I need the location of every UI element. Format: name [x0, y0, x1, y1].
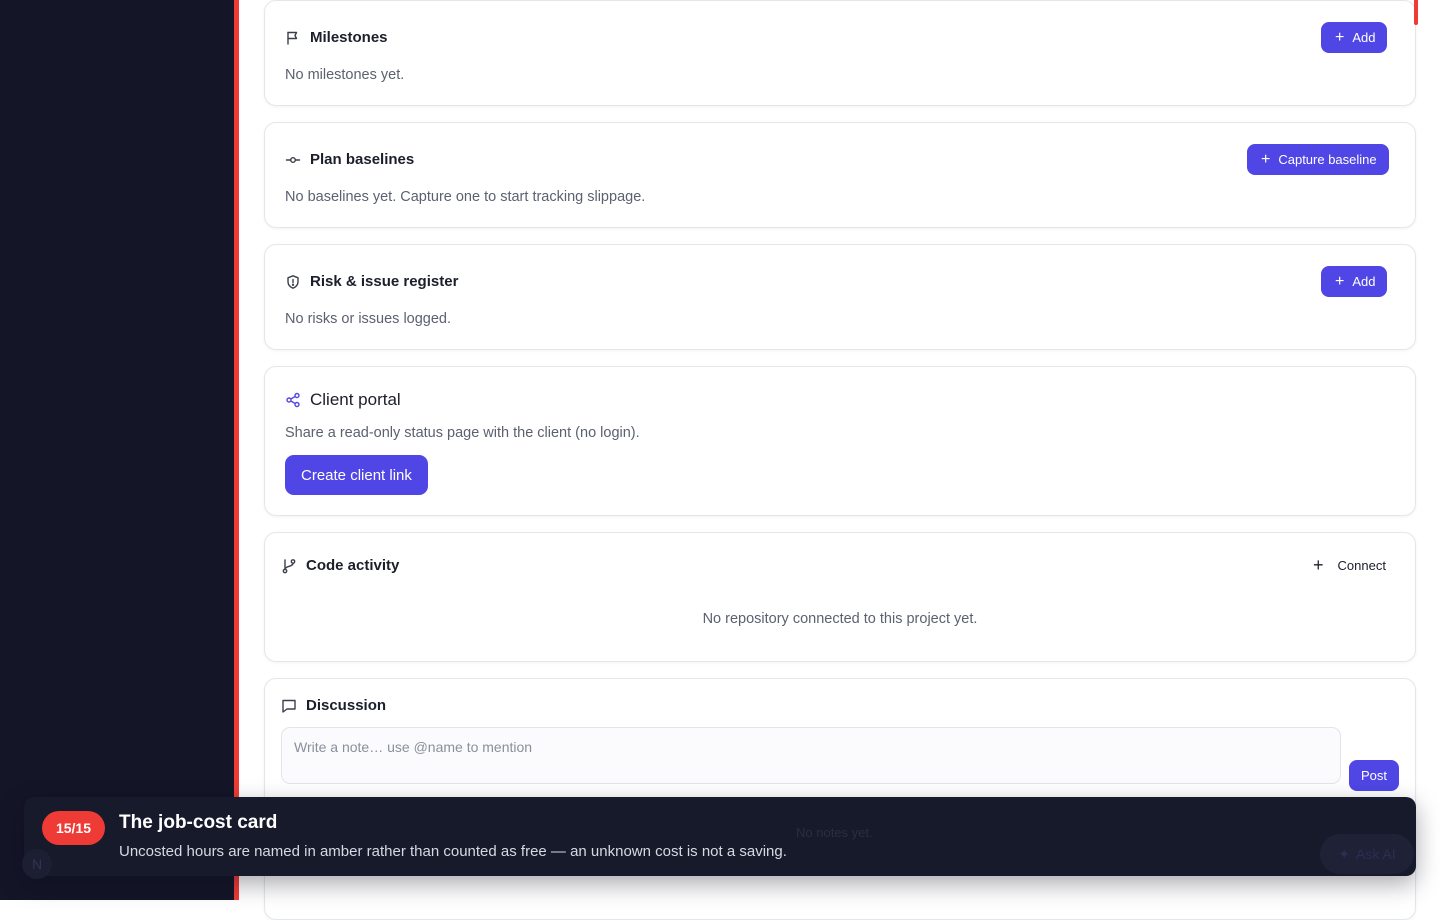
connect-repository-button[interactable]: + Connect: [1307, 550, 1392, 580]
risks-empty-text: No risks or issues logged.: [285, 311, 452, 327]
flag-icon: [285, 30, 301, 46]
risk-register-title: Risk & issue register: [310, 273, 459, 290]
tour-step-badge: 15/15: [42, 811, 105, 845]
commit-icon: [285, 152, 301, 168]
code-activity-header: Code activity: [281, 557, 399, 574]
code-activity-title: Code activity: [306, 557, 400, 574]
tour-body: Uncosted hours are named in amber rather…: [119, 843, 787, 860]
discussion-title: Discussion: [306, 697, 387, 714]
milestones-header: Milestones: [285, 29, 388, 46]
create-client-link-button[interactable]: Create client link: [285, 455, 428, 495]
ask-ai-label: Ask AI: [1356, 846, 1396, 862]
code-activity-empty-text: No repository connected to this project …: [702, 611, 978, 627]
plus-icon: +: [1313, 555, 1324, 575]
add-milestone-label: Add: [1352, 30, 1376, 45]
discussion-empty-text: No notes yet.: [796, 825, 873, 840]
baselines-empty-text: No baselines yet. Capture one to start t…: [285, 189, 646, 205]
note-input[interactable]: [281, 727, 1341, 784]
capture-baseline-label: Capture baseline: [1278, 152, 1377, 167]
capture-baseline-button[interactable]: + Capture baseline: [1247, 144, 1389, 175]
risk-register-header: Risk & issue register: [285, 273, 458, 290]
plan-baselines-header: Plan baselines: [285, 151, 414, 168]
client-portal-title: Client portal: [310, 390, 401, 409]
post-note-button[interactable]: Post: [1349, 760, 1400, 791]
shield-icon: [285, 274, 301, 290]
discussion-header: Discussion: [281, 697, 386, 714]
code-activity-card: Code activity + Connect No repository co…: [264, 532, 1416, 662]
plan-baselines-card: Plan baselines + Capture baseline No bas…: [264, 122, 1416, 228]
plus-icon: +: [1335, 272, 1345, 290]
share-icon: [285, 392, 301, 408]
milestones-title: Milestones: [310, 29, 388, 46]
connect-label: Connect: [1337, 557, 1386, 573]
tour-title: The job-cost card: [119, 812, 278, 833]
milestones-card: Milestones + Add No milestones yet.: [264, 0, 1416, 106]
milestones-empty-text: No milestones yet.: [285, 67, 405, 83]
ask-ai-button[interactable]: ✦ Ask AI: [1320, 834, 1414, 874]
add-risk-button[interactable]: + Add: [1321, 266, 1388, 297]
main-content: Milestones + Add No milestones yet. Plan…: [239, 0, 1440, 920]
sparkle-icon: ✦: [1338, 845, 1351, 862]
sidebar: [0, 0, 234, 900]
add-risk-label: Add: [1352, 274, 1376, 289]
post-label: Post: [1361, 768, 1388, 783]
plan-baselines-title: Plan baselines: [310, 151, 415, 168]
client-portal-header: Client portal: [285, 390, 401, 410]
scrollbar-thumb[interactable]: [1414, 0, 1418, 25]
git-branch-icon: [281, 558, 297, 574]
plus-icon: +: [1261, 150, 1271, 168]
client-portal-description: Share a read-only status page with the c…: [285, 425, 640, 441]
plus-icon: +: [1335, 28, 1345, 46]
avatar[interactable]: N: [22, 849, 52, 879]
tour-banner: N No notes yet. ✦ Ask AI 15/15 The job-c…: [22, 797, 1416, 879]
client-portal-card: Client portal Share a read-only status p…: [264, 366, 1416, 516]
add-milestone-button[interactable]: + Add: [1321, 22, 1388, 53]
risk-register-card: Risk & issue register + Add No risks or …: [264, 244, 1416, 350]
message-icon: [281, 698, 297, 714]
